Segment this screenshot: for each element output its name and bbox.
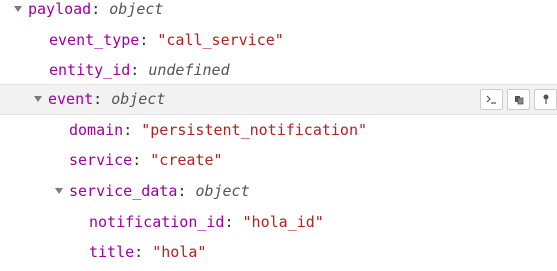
node-type: object bbox=[109, 0, 164, 18]
node-key: title bbox=[89, 243, 135, 261]
tree-node-service-data[interactable]: service_data: object bbox=[0, 176, 557, 206]
tree-node-entity-id[interactable]: entity_id: undefined bbox=[0, 55, 557, 85]
pin-button[interactable] bbox=[534, 89, 557, 110]
node-value: "create" bbox=[150, 151, 223, 169]
node-type: object bbox=[195, 182, 250, 200]
tree-node-event-type[interactable]: event_type: "call_service" bbox=[0, 25, 557, 55]
tree-node-title[interactable]: title: "hola" bbox=[0, 237, 557, 267]
node-value: "persistent_notification" bbox=[141, 121, 368, 139]
node-value: undefined bbox=[148, 61, 230, 79]
expand-toggle-icon[interactable] bbox=[14, 5, 22, 12]
pin-icon bbox=[543, 94, 548, 104]
node-actions bbox=[480, 89, 557, 110]
tree-node-service[interactable]: service: "create" bbox=[0, 145, 557, 175]
expand-toggle-icon[interactable] bbox=[34, 95, 42, 102]
node-key: service bbox=[69, 151, 133, 169]
node-key: entity_id bbox=[49, 61, 131, 79]
node-value: "call_service" bbox=[157, 31, 284, 49]
node-value: "hola_id" bbox=[242, 213, 324, 231]
tree-node-domain[interactable]: domain: "persistent_notification" bbox=[0, 115, 557, 145]
node-key: payload bbox=[28, 0, 92, 18]
node-key: event bbox=[48, 90, 94, 108]
copy-path-button[interactable] bbox=[480, 89, 503, 110]
terminal-icon bbox=[486, 95, 496, 104]
node-value: "hola" bbox=[152, 243, 207, 261]
copy-icon bbox=[514, 95, 523, 104]
tree-node-payload[interactable]: payload: object bbox=[0, 0, 557, 24]
node-key: notification_id bbox=[89, 213, 225, 231]
expand-toggle-icon[interactable] bbox=[55, 187, 63, 194]
copy-value-button[interactable] bbox=[507, 89, 530, 110]
node-key: event_type bbox=[49, 31, 140, 49]
node-type: object bbox=[111, 90, 166, 108]
node-key: domain bbox=[69, 121, 124, 139]
node-key: service_data bbox=[69, 182, 178, 200]
tree-node-notification-id[interactable]: notification_id: "hola_id" bbox=[0, 207, 557, 237]
tree-node-event[interactable]: event: object bbox=[0, 84, 557, 115]
